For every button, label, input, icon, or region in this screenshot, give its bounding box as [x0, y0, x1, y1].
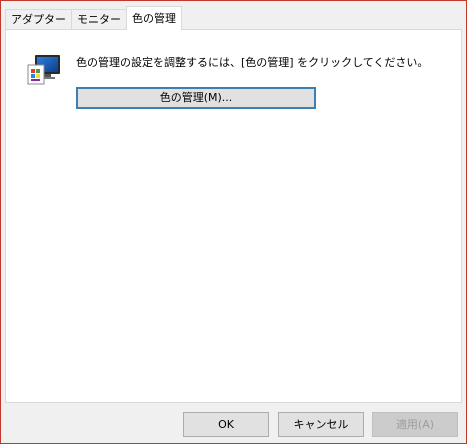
tab-strip: アダプター モニター 色の管理: [5, 6, 182, 30]
color-management-description: 色の管理の設定を調整するには、[色の管理] をクリックしてください。: [76, 56, 429, 69]
tab-panel-color-management: 色の管理の設定を調整するには、[色の管理] をクリックしてください。 色の管理(…: [5, 29, 462, 403]
tab-color-management[interactable]: 色の管理: [126, 6, 182, 30]
color-management-button[interactable]: 色の管理(M)...: [76, 87, 316, 109]
tab-adapter[interactable]: アダプター: [5, 9, 72, 30]
color-monitor-icon: [27, 55, 60, 85]
tab-monitor[interactable]: モニター: [71, 9, 127, 30]
apply-button[interactable]: 適用(A): [372, 412, 458, 437]
cancel-button[interactable]: キャンセル: [278, 412, 364, 437]
dialog-window: アダプター モニター 色の管理 色の管理の設定を調整するには、[色の管理] をク…: [0, 0, 467, 444]
ok-button[interactable]: OK: [183, 412, 269, 437]
